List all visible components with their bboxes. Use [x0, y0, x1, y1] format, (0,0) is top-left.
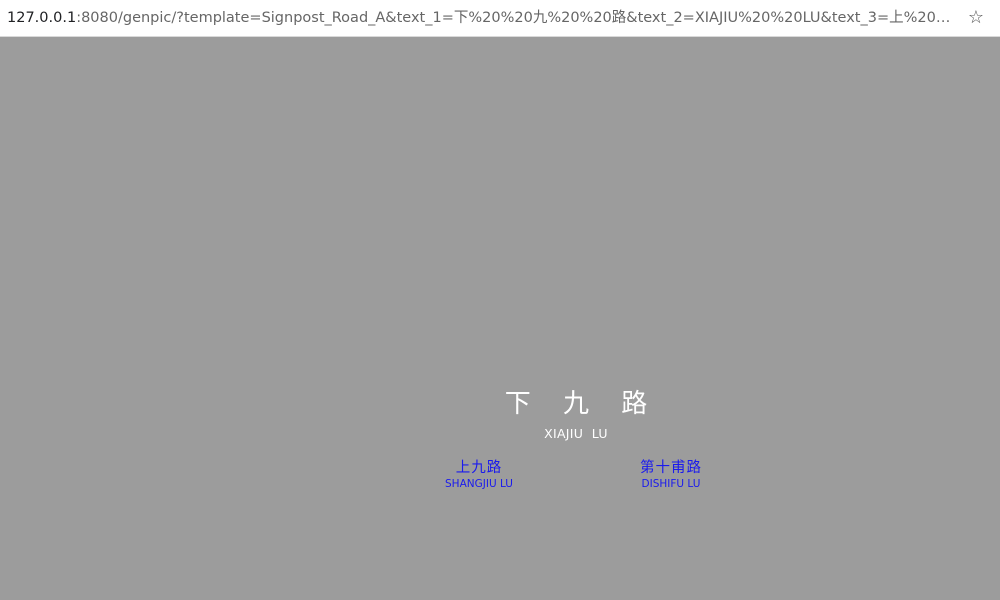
star-outline-icon[interactable]: ☆ — [968, 7, 984, 29]
right-destination-name: 第十甫路 — [640, 460, 702, 476]
main-road-romanized: XIAJIU LU — [544, 426, 608, 441]
page-viewport: 下 九 路 XIAJIU LU 上九路 SHANGJIU LU 第十甫路 DIS… — [0, 37, 1000, 600]
left-destination-romanized: SHANGJIU LU — [445, 478, 513, 490]
address-bar[interactable]: 127.0.0.1:8080/genpic/?template=Signpost… — [0, 0, 1000, 37]
url-text[interactable]: 127.0.0.1:8080/genpic/?template=Signpost… — [7, 9, 957, 27]
left-destination-name: 上九路 — [455, 460, 503, 476]
url-host: 127.0.0.1 — [7, 10, 77, 26]
right-destination: 第十甫路 DISHIFU LU — [601, 459, 741, 491]
main-road-name: 下 九 路 — [504, 389, 660, 419]
left-destination: 上九路 SHANGJIU LU — [409, 459, 549, 491]
right-destination-romanized: DISHIFU LU — [641, 478, 701, 490]
url-path: :8080/genpic/?template=Signpost_Road_A&t… — [76, 10, 957, 26]
